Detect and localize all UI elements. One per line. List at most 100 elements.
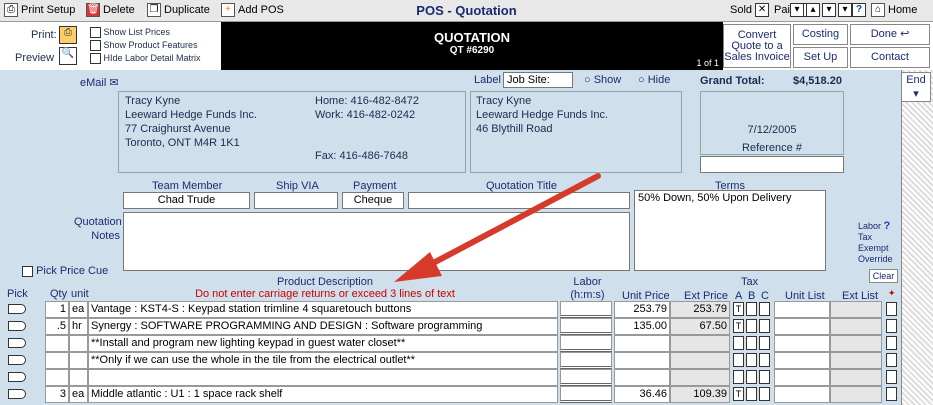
qty-cell[interactable] <box>45 335 69 352</box>
unit-price-cell[interactable]: 36.46 <box>614 386 670 403</box>
print-setup-button[interactable]: ⎙ Print Setup <box>4 3 75 17</box>
unit-price-cell[interactable] <box>614 335 670 352</box>
show-product-features-checkbox[interactable] <box>90 40 101 52</box>
hide-labor-option[interactable]: HIde Labor Detail Matrix <box>90 52 201 65</box>
ext-price-cell[interactable]: 67.50 <box>670 318 730 335</box>
next-record-icon[interactable]: ▾ <box>822 3 836 17</box>
unit-price-cell[interactable] <box>614 352 670 369</box>
pick-arrow-icon[interactable] <box>8 389 26 399</box>
unit-cell[interactable] <box>69 335 88 352</box>
row-select-checkbox[interactable] <box>886 319 897 333</box>
tax-a-checkbox[interactable]: T <box>733 319 744 333</box>
tax-a-checkbox[interactable]: T <box>733 302 744 316</box>
qty-cell[interactable]: 1 <box>45 301 69 318</box>
description-cell[interactable]: Synergy : SOFTWARE PROGRAMMING AND DESIG… <box>88 318 558 335</box>
unit-price-cell[interactable]: 135.00 <box>614 318 670 335</box>
tax-b-checkbox[interactable] <box>746 319 757 333</box>
hide-radio[interactable]: ○ Hide <box>638 74 670 86</box>
label-field[interactable]: Job Site: <box>503 72 573 88</box>
contact-button[interactable]: Contact <box>850 47 930 68</box>
unit-list-cell[interactable] <box>774 386 830 403</box>
team-member-field[interactable]: Chad Trude <box>123 192 250 209</box>
costing-button[interactable]: Costing <box>793 24 848 45</box>
unit-cell[interactable] <box>69 369 88 386</box>
reference-field[interactable] <box>700 156 844 173</box>
ext-price-cell[interactable] <box>670 352 730 369</box>
ext-list-cell[interactable] <box>830 352 882 369</box>
unit-list-cell[interactable] <box>774 318 830 335</box>
bill-to-box[interactable]: Tracy Kyne Leeward Hedge Funds Inc. 77 C… <box>118 91 466 173</box>
help-button[interactable]: ? <box>852 3 866 17</box>
set-up-button[interactable]: Set Up <box>793 47 848 68</box>
unit-list-cell[interactable] <box>774 352 830 369</box>
tax-c-checkbox[interactable] <box>759 319 770 333</box>
unit-cell[interactable]: ea <box>69 386 88 403</box>
labor-cell[interactable] <box>560 301 612 318</box>
unit-price-cell[interactable] <box>614 369 670 386</box>
convert-to-invoice-button[interactable]: Convert Quote to a Sales Invoice <box>723 24 791 68</box>
show-list-prices-option[interactable]: Show List Prices <box>90 26 201 39</box>
description-cell[interactable]: **Install and program new lighting keypa… <box>88 335 558 352</box>
labor-cell[interactable] <box>560 318 612 335</box>
show-list-prices-checkbox[interactable] <box>90 27 101 39</box>
description-cell[interactable]: Middle atlantic : U1 : 1 space rack shel… <box>88 386 558 403</box>
pick-arrow-icon[interactable] <box>8 304 26 314</box>
delete-button[interactable]: 🗑 Delete <box>86 3 135 17</box>
ship-to-box[interactable]: Tracy Kyne Leeward Hedge Funds Inc. 46 B… <box>470 91 682 173</box>
tax-c-checkbox[interactable] <box>759 370 770 384</box>
last-record-icon[interactable]: ▾ <box>838 3 852 17</box>
labor-cell[interactable] <box>560 352 612 369</box>
qty-cell[interactable]: .5 <box>45 318 69 335</box>
tax-c-checkbox[interactable] <box>759 336 770 350</box>
unit-list-cell[interactable] <box>774 301 830 318</box>
ext-list-cell[interactable] <box>830 318 882 335</box>
ext-price-cell[interactable]: 109.39 <box>670 386 730 403</box>
description-cell[interactable] <box>88 369 558 386</box>
tax-c-checkbox[interactable] <box>759 387 770 401</box>
ext-list-cell[interactable] <box>830 301 882 318</box>
unit-cell[interactable]: hr <box>69 318 88 335</box>
pick-arrow-icon[interactable] <box>8 338 26 348</box>
print-icon[interactable]: ⎙ <box>59 26 77 44</box>
terms-field[interactable]: 50% Down, 50% Upon Delivery <box>634 190 826 271</box>
tax-b-checkbox[interactable] <box>746 370 757 384</box>
tax-a-checkbox[interactable]: T <box>733 387 744 401</box>
row-select-checkbox[interactable] <box>886 302 897 316</box>
labor-cell[interactable] <box>560 369 612 386</box>
labor-cell[interactable] <box>560 386 612 403</box>
tax-a-checkbox[interactable] <box>733 336 744 350</box>
unit-cell[interactable]: ea <box>69 301 88 318</box>
done-button[interactable]: Done ↩ <box>850 24 930 45</box>
sold-toggle[interactable]: Sold ✕ <box>730 3 770 17</box>
show-radio[interactable]: ○ Show <box>584 74 621 86</box>
tax-a-checkbox[interactable] <box>733 353 744 367</box>
pick-arrow-icon[interactable] <box>8 372 26 382</box>
unit-list-cell[interactable] <box>774 335 830 352</box>
unit-cell[interactable] <box>69 352 88 369</box>
add-pos-button[interactable]: + Add POS <box>221 3 284 17</box>
row-select-checkbox[interactable] <box>886 370 897 384</box>
show-product-features-option[interactable]: Show Product Features <box>90 39 201 52</box>
description-cell[interactable]: Vantage : KST4-S : Keypad station trimli… <box>88 301 558 318</box>
scrollbar[interactable] <box>901 70 933 405</box>
hide-labor-checkbox[interactable] <box>90 53 101 65</box>
home-button[interactable]: ⌂ Home <box>871 3 917 17</box>
tax-b-checkbox[interactable] <box>746 387 757 401</box>
tax-a-checkbox[interactable] <box>733 370 744 384</box>
first-record-icon[interactable]: ▾ <box>790 3 804 17</box>
qty-cell[interactable] <box>45 369 69 386</box>
pick-price-cue-checkbox[interactable] <box>22 265 33 277</box>
sold-checkbox-icon[interactable]: ✕ <box>755 3 770 17</box>
duplicate-button[interactable]: ❐ Duplicate <box>147 3 210 17</box>
labor-cell[interactable] <box>560 335 612 352</box>
row-select-checkbox[interactable] <box>886 353 897 367</box>
ext-price-cell[interactable]: 253.79 <box>670 301 730 318</box>
ext-list-cell[interactable] <box>830 369 882 386</box>
sort-arrow-icon[interactable]: ✦ <box>888 288 896 299</box>
pick-price-cue-option[interactable]: Pick Price Cue <box>22 265 108 277</box>
ship-via-field[interactable] <box>254 192 338 209</box>
tax-c-checkbox[interactable] <box>759 302 770 316</box>
row-select-checkbox[interactable] <box>886 336 897 350</box>
row-select-checkbox[interactable] <box>886 387 897 401</box>
end-button[interactable]: End ▾ <box>901 72 931 102</box>
